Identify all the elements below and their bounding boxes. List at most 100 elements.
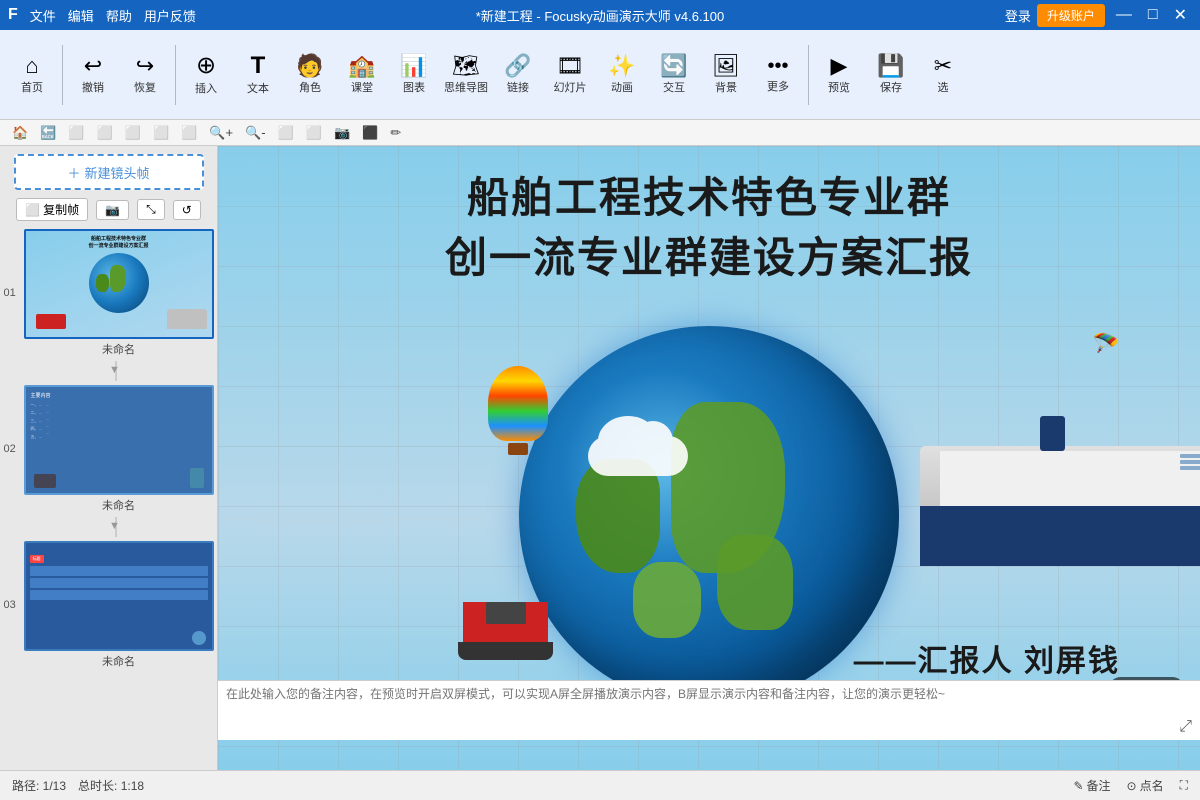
tool-insert[interactable]: ⊕ 插入: [180, 35, 232, 115]
frame-btn1[interactable]: ⬜: [64, 124, 88, 142]
home-nav-btn[interactable]: 🏠: [8, 124, 32, 142]
tool-background[interactable]: 🖼 背景: [700, 35, 752, 115]
tool-text-label: 文本: [247, 80, 269, 96]
interaction-icon: 🔄: [660, 55, 687, 77]
menu-help[interactable]: 帮助: [106, 6, 132, 25]
notes-icon: ✎: [1073, 779, 1083, 793]
canvas-title2[interactable]: 创一流专业群建设方案汇报: [218, 224, 1200, 285]
tool-link[interactable]: 🔗 链接: [492, 35, 544, 115]
tool-animation-label: 动画: [611, 79, 633, 95]
slide-item-2[interactable]: 02 主要内容 一、…二、…三、…四、…五、… ……………: [24, 385, 214, 513]
tool-mindmap-label: 思维导图: [444, 79, 488, 95]
align-btn2[interactable]: ⬜: [302, 124, 326, 142]
tool-character[interactable]: 🧑 角色: [284, 35, 336, 115]
tool-home[interactable]: ⌂ 首页: [6, 35, 58, 115]
tool-save[interactable]: 💾 保存: [865, 35, 917, 115]
frame-btn2[interactable]: ⬜: [93, 124, 117, 142]
redo-icon: ↪: [136, 55, 154, 77]
upgrade-button[interactable]: 升级账户: [1037, 4, 1105, 27]
notes-input[interactable]: [226, 685, 1162, 733]
tool-character-label: 角色: [299, 79, 321, 95]
maximize-button[interactable]: □: [1143, 6, 1163, 24]
tool-slideshow[interactable]: 🎞 幻灯片: [544, 35, 596, 115]
globe-object[interactable]: [519, 326, 899, 706]
tool-redo[interactable]: ↪ 恢复: [119, 35, 171, 115]
menu-file[interactable]: 文件: [30, 6, 56, 25]
ship-deck: [940, 451, 1200, 506]
slide-num-3: 03: [4, 599, 16, 611]
canvas-title1[interactable]: 船舶工程技术特色专业群: [218, 164, 1200, 225]
parachute-object[interactable]: 🪂: [1093, 331, 1120, 357]
classroom-icon: 🏫: [348, 55, 375, 77]
tool-animation[interactable]: ✨ 动画: [596, 35, 648, 115]
camera-btn[interactable]: 📷: [330, 124, 354, 142]
menu-feedback[interactable]: 用户反馈: [144, 6, 196, 25]
login-button[interactable]: 登录: [1005, 6, 1031, 25]
slide-item-3[interactable]: 03 标题 未命名: [24, 541, 214, 669]
balloon-basket: [508, 443, 528, 455]
character-icon: 🧑: [296, 55, 323, 77]
tool-undo[interactable]: ↩ 撤销: [67, 35, 119, 115]
tool-classroom[interactable]: 🏫 课堂: [336, 35, 388, 115]
zoom-in-btn[interactable]: 🔍+: [205, 124, 237, 142]
insert-icon: ⊕: [196, 54, 216, 78]
fullscreen-btn[interactable]: ⛶: [1180, 778, 1188, 793]
copy-frame-button[interactable]: ⬜ 复制帧: [16, 198, 88, 221]
slide-panel: ＋ 新建镜头帧 ⬜ 复制帧 📷 ⤡ ↺ 01 船: [0, 146, 218, 770]
close-button[interactable]: ✕: [1169, 5, 1192, 25]
select-icon: ✂: [934, 55, 952, 77]
slide-thumb-1: 船舶工程技术特色专业群创一流专业群建设方案汇报: [24, 229, 214, 339]
edit-btn[interactable]: ✏: [386, 124, 405, 142]
slide-item-1[interactable]: 01 船舶工程技术特色专业群创一流专业群建设方案汇报 未命名: [24, 229, 214, 357]
tool-interaction[interactable]: 🔄 交互: [648, 35, 700, 115]
tool-insert-label: 插入: [195, 80, 217, 96]
undo-icon: ↩: [84, 55, 102, 77]
back-btn[interactable]: 🔙: [36, 124, 60, 142]
points-status-label: 点名: [1140, 777, 1164, 794]
screenshot-icon: 📷: [105, 203, 120, 217]
tool-more[interactable]: ••• 更多: [752, 35, 804, 115]
zoom-out-btn[interactable]: 🔍-: [241, 124, 270, 142]
copy-row: ⬜ 复制帧 📷 ⤡ ↺: [4, 194, 213, 225]
frame-btn3[interactable]: ⬜: [121, 124, 145, 142]
add-frame-button[interactable]: ＋ 新建镜头帧: [14, 154, 204, 190]
balloon-object[interactable]: [488, 366, 548, 455]
fit-button[interactable]: ⤡: [137, 199, 165, 220]
tool-mindmap[interactable]: 🗺 思维导图: [440, 35, 492, 115]
tool-preview[interactable]: ▶ 预览: [813, 35, 865, 115]
cruise-ship-object[interactable]: [920, 446, 1200, 566]
app-logo[interactable]: F: [8, 6, 18, 24]
statusbar-right: ✎ 备注 ⊙ 点名 ⛶: [1073, 777, 1188, 794]
align-btn1[interactable]: ⬜: [274, 124, 298, 142]
frame-btn4[interactable]: ⬜: [149, 124, 173, 142]
expand-btn[interactable]: ⬛: [358, 124, 382, 142]
notes-expand-button[interactable]: ⤢: [1179, 718, 1192, 736]
tool-chart-label: 图表: [403, 79, 425, 95]
save-icon: 💾: [877, 55, 904, 77]
copy-icon: ⬜: [25, 203, 40, 217]
minimize-button[interactable]: —: [1111, 6, 1137, 24]
menu-edit[interactable]: 编辑: [68, 6, 94, 25]
slide-thumb-3: 标题: [24, 541, 214, 651]
rotate-button[interactable]: ↺: [173, 200, 201, 220]
text-icon: T: [251, 54, 266, 78]
animation-icon: ✨: [608, 55, 635, 77]
ferry-object[interactable]: [463, 602, 553, 660]
tool-undo-label: 撤销: [82, 79, 104, 95]
copy-frame-label: 复制帧: [43, 201, 79, 218]
canvas-subtitle[interactable]: ——汇报人 刘屏钱: [854, 636, 1120, 680]
canvas-area[interactable]: 船舶工程技术特色专业群 创一流专业群建设方案汇报: [218, 146, 1200, 770]
tool-more-label: 更多: [767, 78, 789, 94]
tool-text[interactable]: T 文本: [232, 35, 284, 115]
tool-chart[interactable]: 📊 图表: [388, 35, 440, 115]
screenshot-button[interactable]: 📷: [96, 200, 129, 220]
titlebar: F 文件 编辑 帮助 用户反馈 *新建工程 - Focusky动画演示大师 v4…: [0, 0, 1200, 30]
tool-preview-label: 预览: [828, 79, 850, 95]
tool-select[interactable]: ✂ 选: [917, 35, 969, 115]
notes-btn[interactable]: ✎ 备注: [1073, 777, 1110, 794]
points-btn[interactable]: ⊙ 点名: [1127, 777, 1164, 794]
slide-num-2: 02: [4, 443, 16, 455]
frame-btn5[interactable]: ⬜: [177, 124, 201, 142]
notes-status-label: 备注: [1087, 777, 1111, 794]
ship-funnel: [1040, 416, 1065, 451]
